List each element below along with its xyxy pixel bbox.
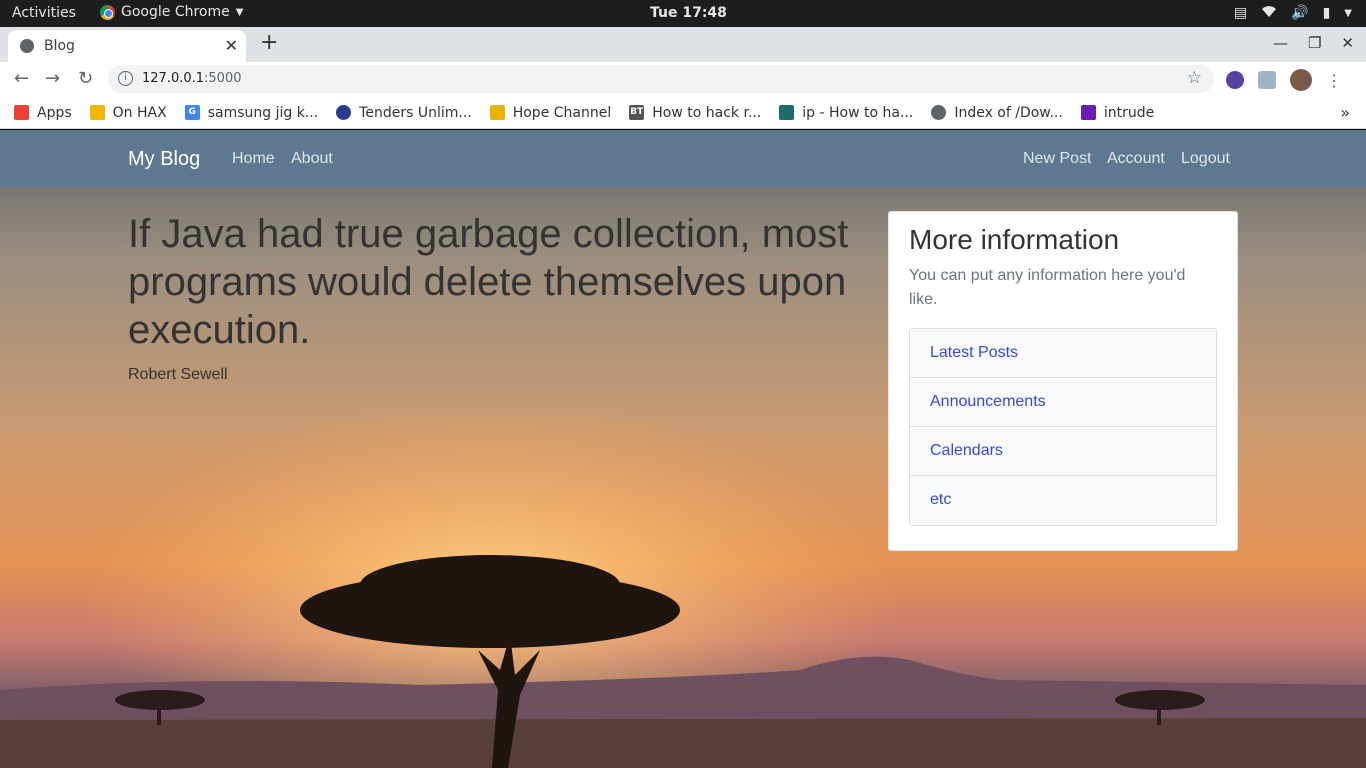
bookmark-label: Tenders Unlim...: [359, 104, 472, 121]
browser-toolbar: ← → ↻ i 127.0.0.1:5000 ☆ ⋮: [0, 62, 1366, 97]
bookmark-label: Index of /Dow...: [954, 104, 1063, 121]
sidebar-link-latest-posts[interactable]: Latest Posts: [910, 329, 1216, 378]
bookmark-label: On HAX: [112, 104, 167, 121]
tab-title: Blog: [44, 38, 75, 54]
site-brand[interactable]: My Blog: [128, 148, 200, 171]
globe-icon: [931, 105, 947, 120]
sidebar-link-announcements[interactable]: Announcements: [910, 378, 1216, 427]
activities-button[interactable]: Activities: [12, 5, 76, 21]
google-icon: G: [184, 105, 200, 120]
address-bar[interactable]: i 127.0.0.1:5000 ☆: [108, 65, 1214, 93]
forward-icon[interactable]: →: [45, 68, 60, 89]
site-navbar: My Blog Home About New Post Account Logo…: [0, 130, 1366, 187]
bookmark-item[interactable]: Hope Channel: [489, 104, 612, 121]
bookmark-item[interactable]: Index of /Dow...: [931, 105, 1063, 121]
wifi-icon: [1261, 4, 1277, 22]
extension-icon[interactable]: [1226, 71, 1244, 89]
shield-icon: [779, 105, 795, 120]
more-bookmarks-icon[interactable]: »: [1340, 103, 1350, 122]
bookmark-star-icon[interactable]: ☆: [1187, 68, 1202, 88]
bookmark-label: ip - How to ha...: [802, 104, 914, 121]
minimize-icon[interactable]: —: [1273, 34, 1288, 52]
bookmarks-bar: Apps On HAX G samsung jig k... Tenders U…: [0, 97, 1366, 129]
quote-block: If Java had true garbage collection, mos…: [128, 210, 858, 384]
hope-channel-icon: [489, 105, 505, 120]
apps-grid-icon: [14, 105, 29, 120]
sidebar-link-etc[interactable]: etc: [910, 476, 1216, 525]
site-info-icon[interactable]: i: [118, 71, 133, 86]
bookmark-label: intrude: [1103, 104, 1155, 121]
nav-home[interactable]: Home: [232, 150, 275, 168]
restore-icon[interactable]: ❐: [1308, 34, 1321, 52]
avatar[interactable]: [1290, 69, 1312, 91]
bookmark-label: How to hack r...: [652, 104, 762, 121]
sidebar-link-list: Latest Posts Announcements Calendars etc: [909, 328, 1217, 526]
system-tray[interactable]: ▤ 🔊 ▮ ▼: [1234, 4, 1352, 22]
browser-tab[interactable]: Blog ✕: [8, 30, 246, 62]
bookmark-item[interactable]: BT How to hack r...: [629, 105, 761, 121]
globe-icon: [20, 39, 34, 53]
quote-text: If Java had true garbage collection, mos…: [128, 212, 849, 352]
bookmark-item[interactable]: Apps: [14, 105, 72, 121]
bookmark-label: samsung jig k...: [207, 104, 319, 121]
download-icon[interactable]: [1258, 71, 1276, 89]
reload-icon[interactable]: ↻: [78, 68, 93, 89]
drive-icon: [89, 105, 105, 120]
notes-icon: ▤: [1233, 5, 1248, 21]
menu-icon[interactable]: ⋮: [1326, 71, 1342, 90]
extensions-area: ⋮: [1226, 69, 1342, 91]
bookmark-item[interactable]: On HAX: [89, 104, 167, 121]
bookmark-item[interactable]: intrude: [1080, 104, 1155, 121]
battery-icon: ▮: [1322, 5, 1331, 21]
bookmark-label: Apps: [37, 104, 72, 121]
bookmark-item[interactable]: Tenders Unlim...: [336, 105, 472, 121]
url-host: 127.0.0.1: [142, 71, 205, 86]
sidebar-description: You can put any information here you'd l…: [909, 267, 1186, 308]
nav-account[interactable]: Account: [1107, 150, 1165, 168]
url-port: :5000: [204, 71, 242, 86]
new-tab-button[interactable]: +: [260, 30, 278, 55]
bookmark-item[interactable]: ip - How to ha...: [779, 105, 913, 121]
back-icon[interactable]: ←: [14, 68, 29, 89]
sidebar-link-calendars[interactable]: Calendars: [910, 427, 1216, 476]
nav-new-post[interactable]: New Post: [1023, 150, 1091, 168]
page-viewport: My Blog Home About New Post Account Logo…: [0, 130, 1366, 768]
bt-icon: BT: [629, 105, 645, 120]
globe-icon: [336, 105, 352, 120]
info-sidebar-card: More information You can put any informa…: [888, 211, 1238, 551]
chrome-icon: [100, 4, 115, 20]
volume-icon: 🔊: [1291, 5, 1309, 21]
close-window-icon[interactable]: ✕: [1341, 34, 1354, 52]
bookmark-label: Hope Channel: [512, 104, 612, 121]
sidebar-title: More information: [909, 224, 1120, 255]
chevron-down-icon: ▼: [1344, 7, 1352, 19]
system-top-bar: Activities Google Chrome ▼ Tue 17:48 ▤ 🔊…: [0, 0, 1366, 27]
nav-about[interactable]: About: [291, 150, 333, 168]
window-controls: — ❐ ✕: [1273, 34, 1354, 52]
app-menu-label: Google Chrome: [121, 4, 230, 20]
tab-strip: Blog ✕ + — ❐ ✕: [0, 27, 1366, 62]
nav-logout[interactable]: Logout: [1181, 150, 1230, 168]
quote-author: Robert Sewell: [128, 366, 228, 383]
app-menu[interactable]: Google Chrome ▼: [100, 4, 243, 20]
chevron-down-icon: ▼: [235, 6, 244, 18]
clock[interactable]: Tue 17:48: [650, 5, 727, 21]
close-tab-icon[interactable]: ✕: [225, 36, 238, 55]
bookmark-item[interactable]: G samsung jig k...: [184, 104, 319, 121]
save-icon: [1080, 105, 1096, 120]
url-text[interactable]: 127.0.0.1:5000: [142, 71, 242, 86]
